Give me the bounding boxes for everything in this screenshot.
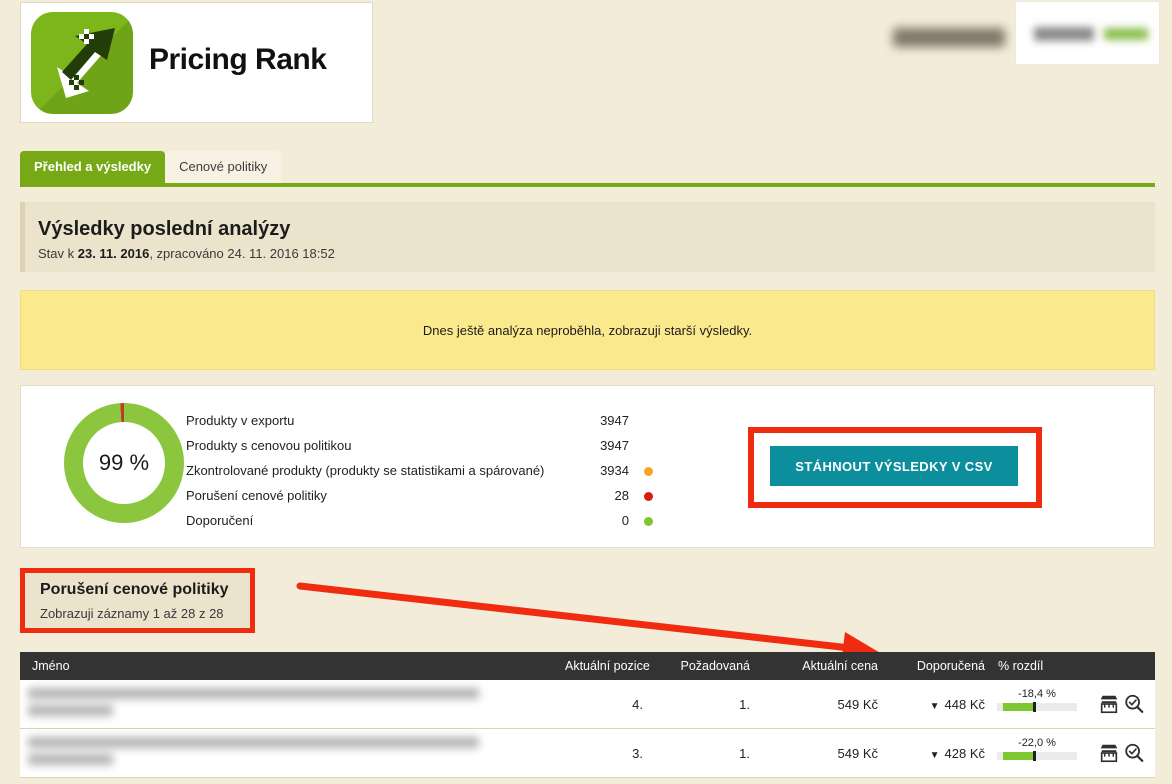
- status-dot-icon: [644, 517, 653, 526]
- table-row[interactable]: 3. 1. 549 Kč ▼ 428 Kč -22,0 %: [20, 729, 1155, 778]
- completion-donut-value: 99 %: [83, 422, 165, 504]
- stat-label: Produkty v exportu: [186, 413, 295, 428]
- violations-title: Porušení cenové politiky: [40, 581, 229, 598]
- summary-stats-list: Produkty v exportu 3947 Produkty s cenovou…: [186, 408, 666, 533]
- stat-row: Porušení cenové politiky 28: [186, 483, 666, 508]
- table-header-row: Jméno Aktuální pozice Požadovaná Aktuální c…: [20, 652, 1155, 680]
- cell-required: 1.: [739, 746, 750, 761]
- state-date: 23. 11. 2016: [77, 246, 150, 261]
- tab-cenove-politiky[interactable]: Cenové politiky: [165, 151, 282, 183]
- table-header-name[interactable]: Jméno: [32, 652, 70, 680]
- table-body: 4. 1. 549 Kč ▼ 448 Kč -18,4 % 3. 1. 549 Kč ▼ 428 K…: [20, 680, 1155, 778]
- table-header-recommended[interactable]: Doporučená: [895, 652, 985, 680]
- partner-brand-logo: [1015, 1, 1160, 65]
- shop-icon[interactable]: [1098, 693, 1120, 718]
- stat-value: 3947: [600, 438, 629, 453]
- stat-value: 3934: [600, 463, 629, 478]
- red-pointer-arrow: [296, 582, 882, 664]
- status-dot-icon: [644, 492, 653, 501]
- product-name-redacted: [28, 688, 498, 722]
- app-logo-card: Pricing Rank: [20, 2, 373, 123]
- row-actions: [1098, 742, 1148, 766]
- recommended-price-value: 448 Kč: [944, 697, 985, 712]
- recommended-price-value: 428 Kč: [944, 746, 985, 761]
- cell-recommended: ▼ 448 Kč: [895, 680, 985, 731]
- cell-current-price: 549 Kč: [837, 697, 878, 712]
- cell-current-position: 3.: [632, 746, 643, 761]
- stat-label: Doporučení: [186, 513, 254, 528]
- violations-table: Jméno Aktuální pozice Požadovaná Aktuální c…: [20, 652, 1155, 778]
- price-down-arrow-icon: ▼: [929, 750, 940, 761]
- difference-value: -22,0 %: [1018, 737, 1056, 749]
- stat-label: Produkty s cenovou politikou: [186, 438, 352, 453]
- difference-bar: [997, 751, 1077, 761]
- state-prefix: Stav k: [38, 246, 78, 261]
- page-root: Pricing Rank Přehled a výsledky Cenové p…: [0, 0, 1172, 784]
- stat-value: 0: [621, 513, 629, 528]
- cell-current-position: 4.: [632, 697, 643, 712]
- stat-row: Produkty s cenovou politikou 3947: [186, 433, 666, 458]
- status-dot-icon: [644, 467, 653, 476]
- product-name-redacted: [28, 737, 498, 771]
- tab-underline: [20, 183, 1155, 187]
- completion-donut-chart: 99 %: [64, 403, 184, 523]
- cell-difference: -22,0 %: [995, 735, 1079, 761]
- table-row[interactable]: 4. 1. 549 Kč ▼ 448 Kč -18,4 %: [20, 680, 1155, 729]
- table-header-difference[interactable]: % rozdíl: [998, 652, 1043, 680]
- table-header-required[interactable]: Požadovaná: [680, 652, 750, 680]
- cell-difference: -18,4 %: [995, 686, 1079, 712]
- table-header-current_price[interactable]: Aktuální cena: [790, 652, 878, 680]
- download-csv-button[interactable]: STÁHNOUT VÝSLEDKY V CSV: [770, 446, 1018, 486]
- dual-arrow-icon: [31, 12, 133, 114]
- cell-recommended: ▼ 428 Kč: [895, 729, 985, 780]
- stat-value: 3947: [600, 413, 629, 428]
- row-actions: [1098, 693, 1148, 717]
- stat-row: Doporučení 0: [186, 508, 666, 533]
- last-analysis-meta: Stav k 23. 11. 2016, zpracováno 24. 11. …: [38, 246, 335, 261]
- cell-current-price: 549 Kč: [837, 746, 878, 761]
- stat-row: Zkontrolované produkty (produkty se stat…: [186, 458, 666, 483]
- tab-bar: Přehled a výsledky Cenové politiky: [20, 151, 1155, 187]
- tab-prehled-a-vysledky[interactable]: Přehled a výsledky: [20, 151, 166, 183]
- stale-results-notice: Dnes ještě analýza neproběhla, zobrazuji…: [20, 290, 1155, 370]
- price-down-arrow-icon: ▼: [929, 701, 940, 712]
- stat-row: Produkty v exportu 3947: [186, 408, 666, 433]
- cell-required: 1.: [739, 697, 750, 712]
- magnifier-check-icon[interactable]: [1123, 742, 1145, 767]
- violations-record-count: Zobrazuji záznamy 1 až 28 z 28: [40, 606, 224, 621]
- stale-results-notice-text: Dnes ještě analýza neproběhla, zobrazuji…: [422, 322, 753, 338]
- stat-label: Porušení cenové politiky: [186, 488, 327, 503]
- stat-label: Zkontrolované produkty (produkty se stat…: [186, 463, 545, 478]
- page-title: Pricing Rank: [149, 43, 327, 76]
- stat-value: 28: [614, 488, 629, 503]
- state-suffix: , zpracováno 24. 11. 2016 18:52: [149, 246, 335, 261]
- last-analysis-title: Výsledky poslední analýzy: [38, 218, 291, 240]
- shop-icon[interactable]: [1098, 742, 1120, 767]
- magnifier-check-icon[interactable]: [1123, 693, 1145, 718]
- account-label-redacted: [893, 28, 1005, 47]
- table-header-current_position[interactable]: Aktuální pozice: [565, 652, 650, 680]
- difference-value: -18,4 %: [1018, 688, 1056, 700]
- violations-annotation-box: [20, 568, 255, 633]
- difference-bar: [997, 702, 1077, 712]
